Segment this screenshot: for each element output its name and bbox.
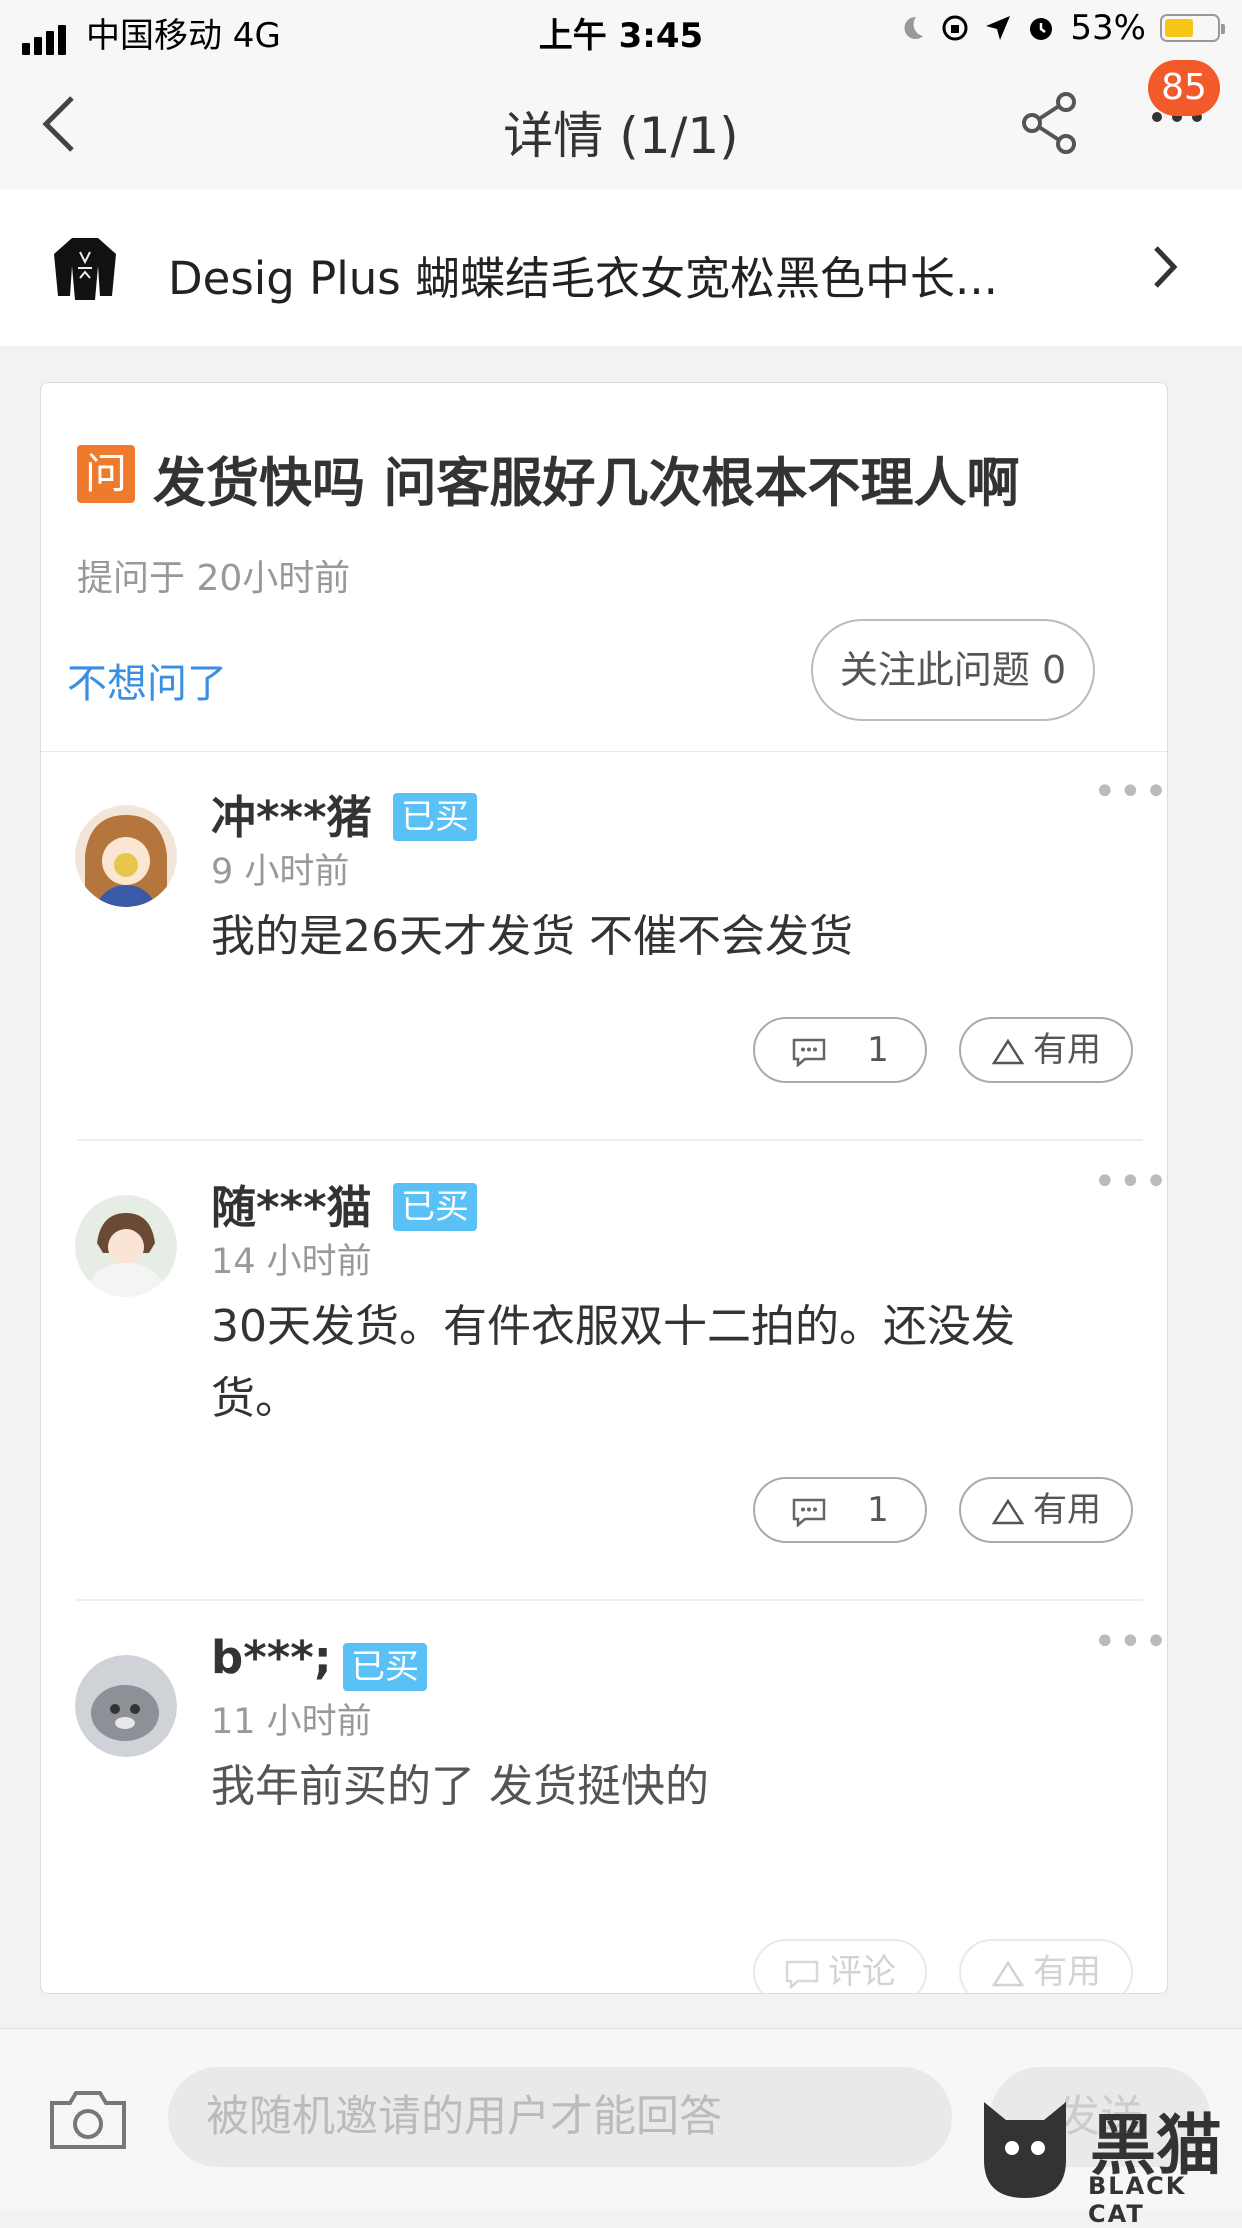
question-card: 问 发货快吗 问客服好几次根本不理人啊 提问于 20小时前 不想问了 关注此问题… — [40, 382, 1168, 1994]
notification-badge: 85 — [1148, 60, 1220, 116]
answer-item: 冲***猪 已买 9 小时前 ••• 我的是26天才发货 不催不会发货 1 有用 — [41, 751, 1167, 1141]
share-icon[interactable] — [1020, 90, 1080, 156]
answer-item: b***; 已买 11 小时前 ••• 我年前买的了 发货挺快的 评论 有用 — [41, 1601, 1167, 1993]
useful-button[interactable]: 有用 — [959, 1477, 1133, 1543]
watermark-en: BLACK CAT — [1088, 2172, 1187, 2228]
avatar[interactable] — [75, 1655, 177, 1757]
status-icons: 53% — [898, 8, 1225, 48]
comment-count: 1 — [867, 1030, 889, 1070]
rotation-lock-icon — [942, 15, 968, 41]
answer-item: 随***猫 已买 14 小时前 ••• 30天发货。有件衣服双十二拍的。还没发货… — [41, 1141, 1167, 1601]
more-options-icon[interactable]: ••• — [1093, 769, 1167, 815]
answer-text: 30天发货。有件衣服双十二拍的。还没发货。 — [211, 1301, 1015, 1424]
camera-icon[interactable] — [48, 2089, 128, 2151]
status-bar: 中国移动 4G 上午 3:45 53% — [0, 0, 1242, 60]
answer-time: 9 小时前 — [211, 852, 350, 892]
comment-icon — [792, 1038, 826, 1068]
cancel-question-link[interactable]: 不想问了 — [67, 651, 227, 709]
product-thumbnail — [54, 238, 116, 300]
comment-icon — [792, 1498, 826, 1528]
triangle-up-icon — [991, 1498, 1025, 1524]
bought-badge: 已买 — [343, 1643, 427, 1691]
bought-badge: 已买 — [393, 793, 477, 841]
answer-time: 14 小时前 — [211, 1242, 372, 1282]
more-options-icon[interactable]: ••• — [1093, 1159, 1167, 1205]
useful-label: 有用 — [1033, 1490, 1101, 1530]
moon-icon — [904, 16, 924, 39]
product-link[interactable]: Desig Plus 蝴蝶结毛衣女宽松黑色中长... — [0, 190, 1242, 346]
answer-time: 11 小时前 — [211, 1702, 372, 1742]
blackcat-watermark: 黑猫 BLACK CAT — [970, 2092, 1230, 2228]
asked-time: 提问于 20小时前 — [77, 558, 351, 599]
answer-input[interactable]: 被随机邀请的用户才能回答 — [168, 2067, 952, 2167]
triangle-up-icon — [991, 1038, 1025, 1064]
answer-username: b***; — [211, 1631, 332, 1684]
chevron-right-icon — [1154, 246, 1178, 288]
product-name: Desig Plus 蝴蝶结毛衣女宽松黑色中长... — [168, 252, 998, 305]
answer-text: 我的是26天才发货 不催不会发货 — [211, 911, 853, 962]
comment-count: 1 — [867, 1490, 889, 1530]
useful-button[interactable]: 有用 — [959, 1939, 1133, 1993]
useful-button[interactable]: 有用 — [959, 1017, 1133, 1083]
comment-label: 评论 — [828, 1952, 896, 1992]
follow-question-button[interactable]: 关注此问题 0 — [811, 619, 1095, 721]
battery-percent: 53% — [1070, 8, 1146, 48]
answer-username: 冲***猪 — [211, 791, 372, 844]
answer-text: 我年前买的了 发货挺快的 — [211, 1761, 709, 1812]
comment-button[interactable]: 1 — [753, 1477, 927, 1543]
cat-logo-icon — [984, 2102, 1066, 2198]
useful-label: 有用 — [1033, 1030, 1101, 1070]
more-options-icon[interactable]: ••• — [1093, 1619, 1167, 1665]
alarm-icon — [1030, 18, 1053, 40]
useful-label: 有用 — [1033, 1952, 1101, 1992]
nav-bar: 详情 (1/1) 85 — [0, 60, 1242, 190]
location-icon — [986, 16, 1011, 40]
bought-badge: 已买 — [393, 1183, 477, 1231]
answer-username: 随***猫 — [211, 1181, 372, 1234]
comment-button[interactable]: 1 — [753, 1017, 927, 1083]
question-badge: 问 — [77, 445, 135, 503]
comment-button[interactable]: 评论 — [753, 1939, 927, 1993]
avatar[interactable] — [75, 1195, 177, 1297]
comment-icon — [785, 1960, 819, 1990]
triangle-up-icon — [991, 1960, 1025, 1986]
battery-icon — [1160, 14, 1225, 42]
question-title: 发货快吗 问客服好几次根本不理人啊 — [153, 453, 1020, 514]
avatar[interactable] — [75, 805, 177, 907]
